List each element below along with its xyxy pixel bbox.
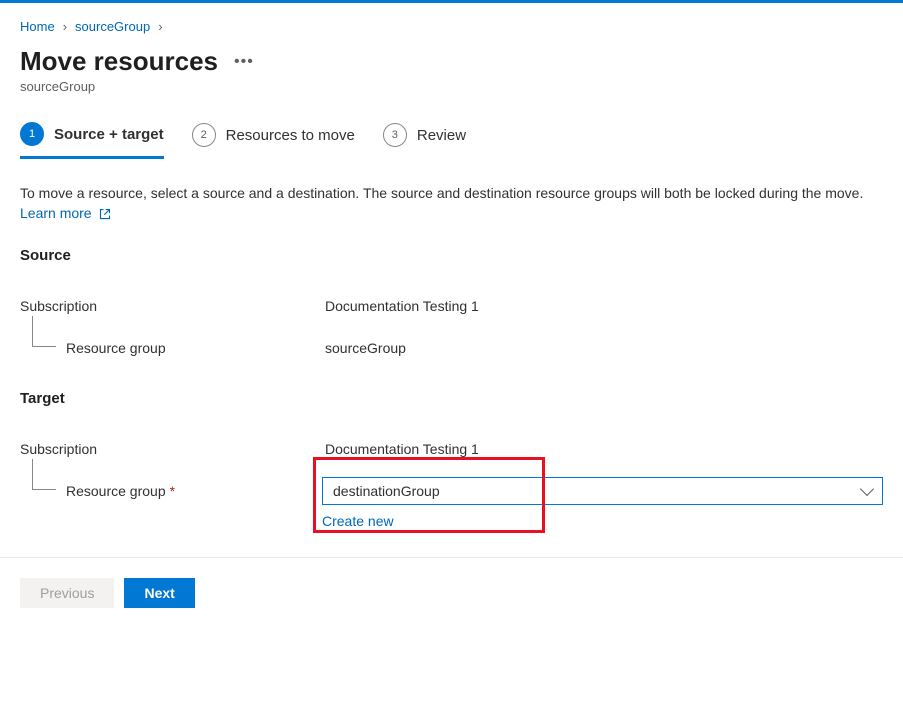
page-title: Move resources [20,46,218,77]
next-button[interactable]: Next [124,578,194,608]
step-number: 1 [20,122,44,146]
tree-connector-icon [20,334,60,362]
step-source-target[interactable]: 1 Source + target [20,122,164,159]
source-resource-group-label: Resource group [20,334,325,362]
target-resource-group-dropdown[interactable]: destinationGroup [322,477,883,505]
page-subtitle: sourceGroup [20,79,883,94]
target-resource-group-label: Resource group * [20,477,322,505]
breadcrumb: Home › sourceGroup › [20,19,883,34]
instructions-text: To move a resource, select a source and … [20,183,883,223]
learn-more-link[interactable]: Learn more [20,205,111,221]
create-new-link[interactable]: Create new [322,513,394,529]
target-rg-label-text: Resource group [66,483,166,499]
dropdown-value: destinationGroup [333,483,440,499]
breadcrumb-separator-icon: › [158,19,162,34]
step-resources-to-move[interactable]: 2 Resources to move [192,123,355,157]
source-subscription-label: Subscription [20,298,325,314]
wizard-steps: 1 Source + target 2 Resources to move 3 … [20,122,883,159]
source-heading: Source [20,247,883,264]
learn-more-label: Learn more [20,205,92,221]
chevron-down-icon [860,481,874,495]
source-subscription-value: Documentation Testing 1 [325,298,479,314]
external-link-icon [99,203,111,223]
target-heading: Target [20,390,883,407]
step-label: Resources to move [226,127,355,144]
step-number: 2 [192,123,216,147]
target-subscription-value: Documentation Testing 1 [325,441,479,457]
target-subscription-label: Subscription [20,441,325,457]
more-actions-icon[interactable]: ••• [234,53,254,71]
breadcrumb-separator-icon: › [63,19,67,34]
required-indicator: * [170,483,175,499]
source-rg-label-text: Resource group [66,340,166,356]
breadcrumb-item[interactable]: sourceGroup [75,19,150,34]
step-number: 3 [383,123,407,147]
step-label: Source + target [54,126,164,143]
footer: Previous Next [0,558,903,628]
instructions-body: To move a resource, select a source and … [20,185,863,201]
breadcrumb-home[interactable]: Home [20,19,55,34]
tree-connector-icon [20,477,60,505]
previous-button[interactable]: Previous [20,578,114,608]
source-resource-group-value: sourceGroup [325,340,406,356]
step-review[interactable]: 3 Review [383,123,466,157]
step-label: Review [417,127,466,144]
